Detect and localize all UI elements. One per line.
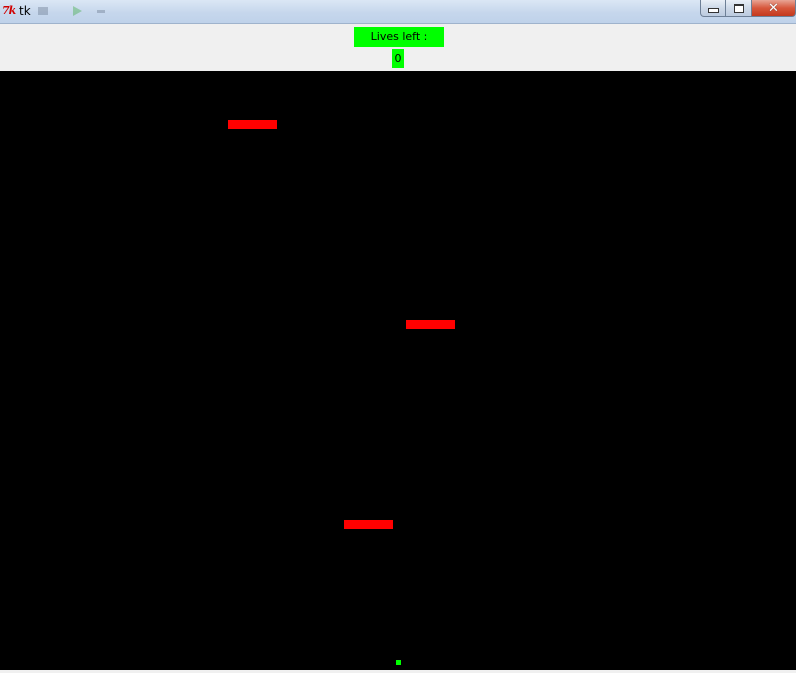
window-title: tk bbox=[19, 4, 31, 18]
play-icon bbox=[73, 6, 82, 16]
game-canvas[interactable] bbox=[0, 71, 796, 670]
tk-logo-icon: 7k bbox=[2, 4, 16, 17]
window-controls: ✕ bbox=[700, 0, 796, 18]
minimize-button[interactable] bbox=[700, 0, 726, 17]
brick bbox=[406, 320, 455, 329]
toolbar-faded-icon-2 bbox=[97, 10, 105, 13]
close-button[interactable]: ✕ bbox=[752, 0, 796, 17]
game-window: 7k tk ✕ Lives left : 0 bbox=[0, 0, 796, 673]
title-bar[interactable]: 7k tk ✕ bbox=[0, 0, 796, 24]
lives-value: 0 bbox=[392, 49, 404, 68]
brick bbox=[344, 520, 393, 529]
maximize-button[interactable] bbox=[726, 0, 752, 17]
brick bbox=[228, 120, 277, 129]
hud-panel: Lives left : 0 bbox=[0, 25, 796, 70]
toolbar-faded-icon bbox=[38, 7, 48, 15]
ball bbox=[396, 660, 401, 665]
close-icon: ✕ bbox=[768, 0, 779, 16]
maximize-icon bbox=[733, 3, 744, 13]
lives-label: Lives left : bbox=[354, 27, 444, 47]
minimize-icon bbox=[707, 8, 719, 13]
